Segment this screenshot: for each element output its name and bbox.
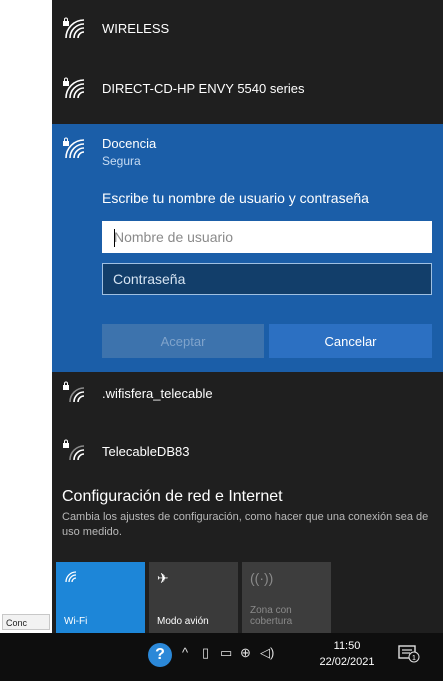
network-item-telecable[interactable]: TelecableDB83 <box>52 436 443 466</box>
tile-label: Zona con cobertura <box>250 605 293 627</box>
network-item-wireless[interactable]: WIRELESS <box>52 14 443 44</box>
notification-count: 1 <box>412 655 416 662</box>
help-icon[interactable]: ? <box>148 643 172 667</box>
wifi-secured-icon <box>63 17 85 39</box>
cancel-button[interactable]: Cancelar <box>269 324 432 358</box>
password-field[interactable] <box>102 263 443 295</box>
active-network-panel: Docencia Segura Escribe tu nombre de usu… <box>52 124 443 372</box>
tile-label: Modo avión <box>157 616 209 627</box>
network-settings-section: Configuración de red e Internet Cambia l… <box>62 488 432 540</box>
credentials-prompt: Escribe tu nombre de usuario y contraseñ… <box>102 190 369 206</box>
touch-keyboard-icon[interactable]: ▯ <box>202 643 209 663</box>
network-settings-description: Cambia los ajustes de configuración, com… <box>62 511 429 538</box>
active-network-name: Docencia <box>102 136 157 151</box>
network-globe-icon[interactable]: ⊕ <box>240 643 251 663</box>
hotspot-icon: ((·)) <box>250 570 274 586</box>
battery-icon[interactable]: ▭ <box>220 643 232 663</box>
taskbar: ? ^ ▯ ▭ ⊕ ◁) 11:50 22/02/2021 1 <box>0 633 443 681</box>
chevron-up-icon[interactable]: ^ <box>182 643 188 663</box>
volume-icon[interactable]: ◁) <box>260 643 274 663</box>
notification-icon[interactable]: 1 <box>398 645 420 663</box>
airplane-icon: ✈ <box>157 570 169 586</box>
text-caret <box>114 229 115 247</box>
network-name: WIRELESS <box>102 21 170 36</box>
network-name: .wifisfera_telecable <box>102 386 213 401</box>
active-network-security: Segura <box>102 154 141 168</box>
username-field[interactable] <box>102 221 443 253</box>
username-input[interactable] <box>104 223 443 251</box>
network-name: TelecableDB83 <box>102 444 190 459</box>
accept-button[interactable]: Aceptar <box>102 324 264 358</box>
network-flyout: WIRELESS DIRECT-CD-HP ENVY 5540 series D… <box>52 0 443 633</box>
quick-action-wifi[interactable]: Wi-Fi <box>56 562 145 633</box>
network-name: DIRECT-CD-HP ENVY 5540 series <box>102 81 305 96</box>
quick-action-airplane-mode[interactable]: ✈ Modo avión <box>149 562 238 633</box>
network-settings-link[interactable]: Configuración de red e Internet <box>62 488 432 506</box>
network-item-wifisfera[interactable]: .wifisfera_telecable <box>52 378 443 408</box>
tile-label: Wi-Fi <box>64 616 88 627</box>
desktop-window-label[interactable]: Conc <box>2 614 50 630</box>
desktop-background: Conc <box>0 0 52 633</box>
wifi-secured-icon <box>63 381 85 403</box>
wifi-secured-icon <box>63 77 85 99</box>
wifi-secured-icon <box>63 439 85 461</box>
taskbar-date[interactable]: 22/02/2021 <box>310 655 384 669</box>
password-input[interactable] <box>103 264 443 294</box>
wifi-icon <box>65 571 77 583</box>
taskbar-time[interactable]: 11:50 <box>322 639 372 653</box>
network-item-direct-hp[interactable]: DIRECT-CD-HP ENVY 5540 series <box>52 74 443 104</box>
wifi-secured-icon <box>63 137 85 159</box>
quick-action-hotspot[interactable]: ((·)) Zona con cobertura <box>242 562 331 633</box>
